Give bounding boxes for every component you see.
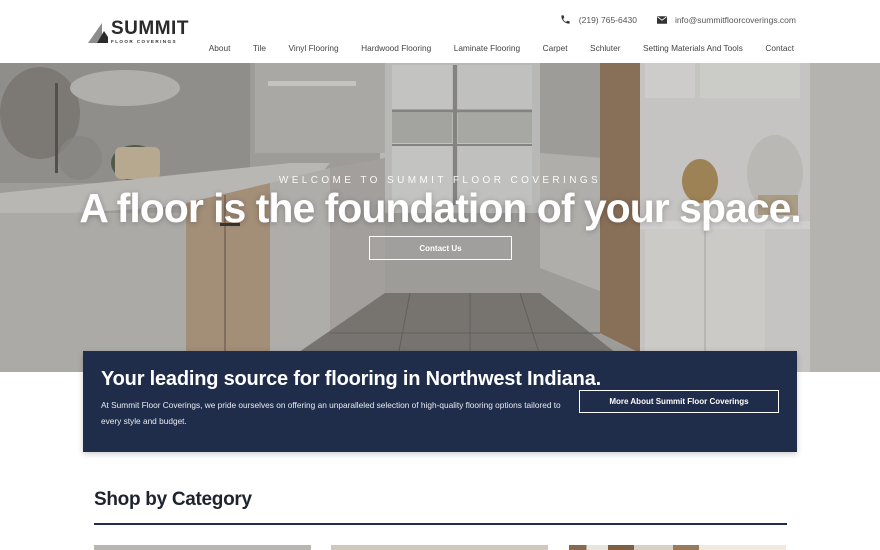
envelope-icon — [656, 15, 667, 24]
nav-item-vinyl-flooring[interactable]: Vinyl Flooring — [288, 43, 338, 53]
intro-band: Your leading source for flooring in Nort… — [83, 351, 797, 452]
site-header: SUMMIT FLOOR COVERINGS (219) 765-6430 in… — [0, 0, 880, 63]
nav-item-about[interactable]: About — [209, 43, 231, 53]
contact-us-button[interactable]: Contact Us — [369, 236, 512, 260]
intro-text: At Summit Floor Coverings, we pride ours… — [101, 400, 561, 426]
phone-icon — [560, 14, 571, 25]
phone-link[interactable]: (219) 765-6430 — [560, 14, 637, 25]
nav-item-tile[interactable]: Tile — [253, 43, 266, 53]
category-card[interactable] — [331, 545, 548, 550]
nav-item-hardwood-flooring[interactable]: Hardwood Flooring — [361, 43, 431, 53]
section-divider — [94, 523, 787, 525]
category-card[interactable] — [569, 545, 786, 550]
nav-item-setting-materials[interactable]: Setting Materials And Tools — [643, 43, 743, 53]
nav-item-schluter[interactable]: Schluter — [590, 43, 620, 53]
main-nav: About Tile Vinyl Flooring Hardwood Floor… — [186, 43, 794, 53]
email-link[interactable]: info@summitfloorcoverings.com — [656, 14, 796, 25]
shop-by-category-heading: Shop by Category — [94, 489, 252, 510]
category-card[interactable] — [94, 545, 311, 550]
more-about-button[interactable]: More About Summit Floor Coverings — [579, 390, 779, 413]
nav-item-laminate-flooring[interactable]: Laminate Flooring — [454, 43, 520, 53]
logo-name: SUMMIT — [111, 18, 189, 39]
hero-title: A floor is the foundation of your space. — [79, 185, 802, 231]
mountain-logo-icon — [88, 19, 108, 43]
email-address: info@summitfloorcoverings.com — [674, 14, 796, 25]
site-logo[interactable]: SUMMIT FLOOR COVERINGS — [88, 19, 189, 45]
logo-tagline: FLOOR COVERINGS — [111, 39, 177, 44]
contact-bar: (219) 765-6430 info@summitfloorcoverings… — [540, 14, 796, 25]
nav-item-contact[interactable]: Contact — [765, 43, 794, 53]
phone-number: (219) 765-6430 — [578, 14, 637, 25]
intro-title: Your leading source for flooring in Nort… — [101, 368, 601, 390]
nav-item-carpet[interactable]: Carpet — [543, 43, 568, 53]
hero-section: WELCOME TO SUMMIT FLOOR COVERINGS A floo… — [0, 63, 880, 372]
